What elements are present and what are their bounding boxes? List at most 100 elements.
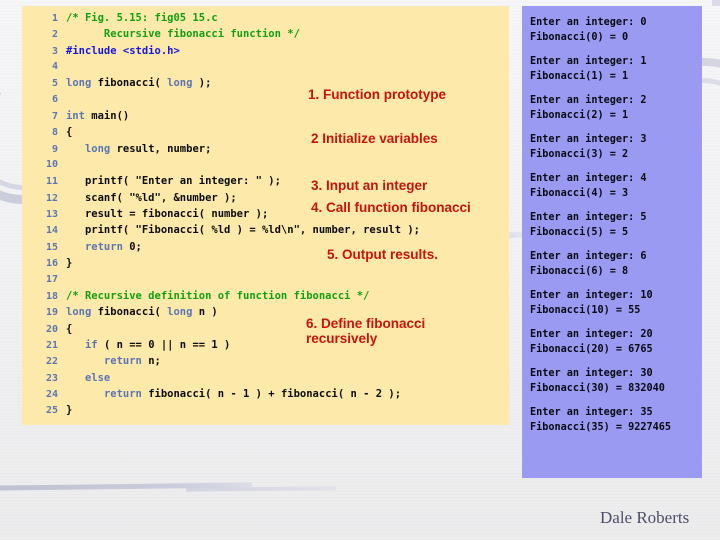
- program-output-panel: Enter an integer: 0 Fibonacci(0) = 0 Enter…: [522, 6, 702, 478]
- output-run: Enter an integer: 4 Fibonacci(4) = 3: [530, 172, 702, 201]
- output-prompt-line: Enter an integer: 10: [530, 290, 653, 301]
- code-token: else: [84, 371, 111, 384]
- code-line: 24 return fibonacci( n - 1 ) + fibonacci…: [22, 388, 509, 404]
- code-token: );: [192, 77, 212, 90]
- output-run: Enter an integer: 3 Fibonacci(3) = 2: [530, 133, 702, 162]
- output-prompt-line: Enter an integer: 4: [530, 173, 647, 184]
- code-line-text: scanf( "%ld", &number );: [66, 192, 237, 204]
- annotation-3-input-an-integer: 3. Input an integer: [311, 178, 428, 193]
- code-token: long: [66, 77, 92, 90]
- code-line-text: #include <stdio.h>: [66, 45, 180, 57]
- code-token: scanf( "%ld", &number );: [66, 191, 237, 204]
- code-line: 2 Recursive fibonacci function */: [22, 28, 509, 44]
- code-token: n ): [192, 306, 218, 319]
- code-line-number: 22: [45, 356, 58, 368]
- decorative-bar-bottom-2: [185, 486, 337, 492]
- code-token: }: [66, 257, 73, 270]
- output-result-line: Fibonacci(20) = 6765: [530, 343, 653, 355]
- footer-author: Dale Roberts: [600, 508, 690, 527]
- code-line: 11 printf( "Enter an integer: " );: [22, 175, 509, 191]
- code-token: Recursive fibonacci function */: [66, 28, 300, 41]
- code-token: return: [103, 355, 142, 368]
- code-line-text: printf( "Fibonacci( %ld ) = %ld\n", numb…: [66, 224, 420, 236]
- output-result-line: Fibonacci(35) = 9227465: [530, 421, 672, 433]
- code-line-text: int main(): [66, 110, 129, 122]
- output-result-line: Fibonacci(6) = 8: [530, 265, 629, 277]
- code-line-text: if ( n == 0 || n == 1 ): [66, 339, 230, 351]
- code-line-text: Recursive fibonacci function */: [66, 28, 300, 40]
- annotation-4-call-function: 4. Call function fibonacci: [311, 200, 471, 215]
- code-line-number: 14: [45, 225, 58, 237]
- code-token: /* Recursive definition of function fibo…: [66, 289, 370, 302]
- code-token: long: [84, 142, 111, 155]
- annotation-6-define-recursively: 6. Define fibonacci recursively: [306, 316, 426, 346]
- code-line-text: else: [66, 372, 110, 384]
- code-line-number: 23: [45, 372, 58, 384]
- output-result-line: Fibonacci(3) = 2: [530, 148, 629, 160]
- code-line-text: {: [66, 126, 72, 138]
- output-prompt-line: Enter an integer: 35: [530, 407, 653, 418]
- code-line: 22 return n;: [22, 355, 509, 371]
- code-line-number: 7: [51, 111, 58, 123]
- code-line-number: 3: [51, 45, 58, 57]
- code-line-number: 9: [51, 143, 58, 155]
- code-line-number: 19: [45, 307, 58, 319]
- code-line: 23 else: [22, 372, 509, 388]
- annotation-5-output-results: 5. Output results.: [327, 247, 439, 262]
- code-line: 17: [22, 274, 509, 290]
- code-line-text: return 0;: [66, 241, 142, 253]
- output-prompt-line: Enter an integer: 1: [530, 56, 647, 67]
- code-line-text: }: [66, 404, 72, 416]
- code-line-number: 4: [51, 61, 58, 73]
- code-line-text: /* Fig. 5.15: fig05 15.c: [66, 12, 218, 24]
- output-run: Enter an integer: 5 Fibonacci(5) = 5: [530, 211, 702, 240]
- output-prompt-line: Enter an integer: 20: [530, 329, 653, 340]
- code-line-text: /* Recursive definition of function fibo…: [66, 290, 369, 302]
- code-line: 3 #include <stdio.h>: [22, 45, 509, 61]
- output-run: Enter an integer: 35 Fibonacci(35) = 9227…: [530, 406, 702, 435]
- code-token: #include <stdio.h>: [66, 44, 180, 57]
- code-token: ( n == 0 || n == 1 ): [97, 338, 231, 351]
- code-token: fibonacci(: [91, 77, 168, 90]
- code-token: {: [66, 322, 73, 335]
- output-result-line: Fibonacci(30) = 832040: [530, 382, 665, 394]
- output-result-line: Fibonacci(10) = 55: [530, 304, 641, 316]
- output-run: Enter an integer: 20 Fibonacci(20) = 6765: [530, 328, 702, 357]
- code-line: 7 int main(): [22, 110, 509, 126]
- code-line: 10: [22, 159, 509, 175]
- code-line-number: 5: [51, 78, 58, 90]
- code-line-number: 15: [45, 241, 58, 253]
- code-token: {: [66, 126, 73, 139]
- code-token: long: [167, 306, 193, 319]
- output-prompt-line: Enter an integer: 6: [530, 251, 647, 262]
- output-result-line: Fibonacci(4) = 3: [530, 187, 629, 199]
- code-line-text: }: [66, 257, 72, 269]
- code-line-number: 17: [45, 273, 58, 285]
- code-token: result = fibonacci( number );: [66, 208, 269, 221]
- code-line-text: long result, number;: [66, 143, 211, 155]
- output-run: Enter an integer: 0 Fibonacci(0) = 0: [530, 16, 702, 45]
- output-prompt-line: Enter an integer: 5: [530, 212, 647, 223]
- code-line: 14 printf( "Fibonacci( %ld ) = %ld\n", n…: [22, 224, 509, 240]
- code-line-number: 13: [45, 209, 58, 221]
- output-groups: Enter an integer: 0 Fibonacci(0) = 0 Enter…: [530, 16, 702, 435]
- code-token: fibonacci( n - 1 ) + fibonacci( n - 2 );: [141, 387, 402, 400]
- code-token: }: [66, 404, 73, 417]
- code-line-number: 16: [45, 258, 58, 270]
- code-line-number: 6: [51, 93, 58, 105]
- code-listing-panel: 1 /* Fig. 5.15: fig05 15.c 2 Recursive fib…: [22, 6, 509, 425]
- code-line-number: 20: [45, 323, 58, 335]
- code-line: 4: [22, 61, 509, 77]
- code-line-number: 10: [45, 159, 58, 171]
- annotation-1-function-prototype: 1. Function prototype: [308, 87, 446, 102]
- output-prompt-line: Enter an integer: 30: [530, 368, 653, 379]
- output-run: Enter an integer: 1 Fibonacci(1) = 1: [530, 55, 702, 84]
- code-line-number: 2: [51, 29, 58, 41]
- code-token: long: [66, 306, 92, 319]
- output-result-line: Fibonacci(0) = 0: [530, 31, 629, 43]
